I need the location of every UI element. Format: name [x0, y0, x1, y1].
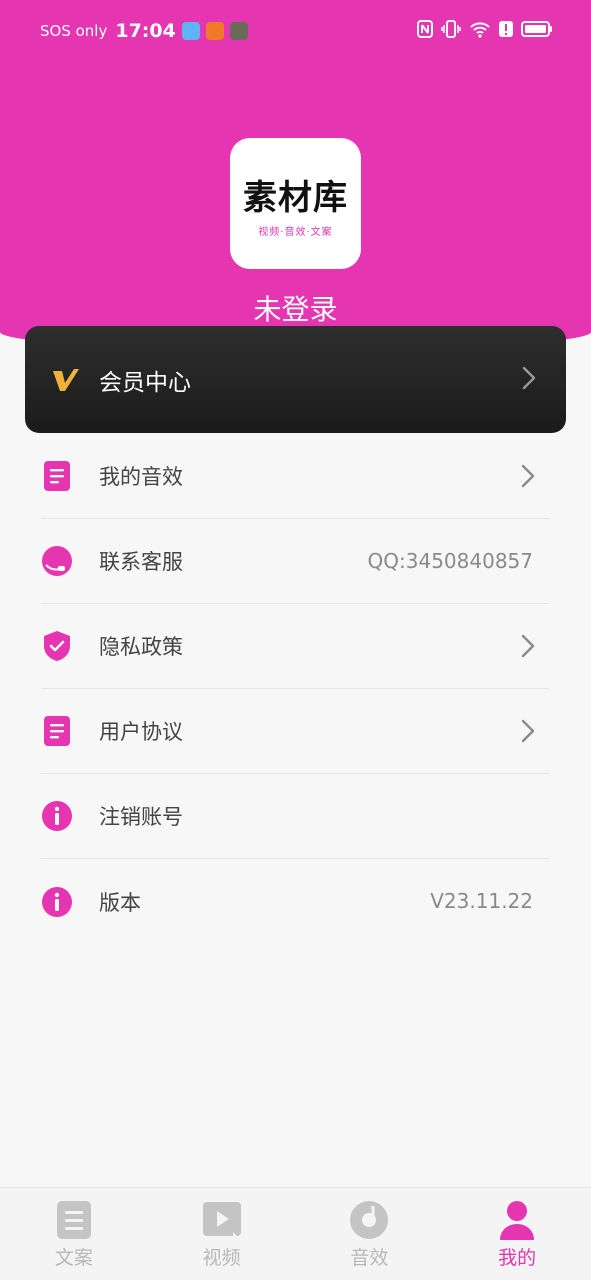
info-icon — [41, 886, 73, 918]
nfc-icon — [417, 20, 433, 38]
logo-subtitle: 视频·音效·文案 — [258, 226, 333, 238]
chevron-right-icon — [522, 366, 536, 390]
info-icon — [41, 800, 73, 832]
vibrate-icon — [441, 20, 461, 38]
bottom-tab-bar: 文案 视频 音效 我的 — [0, 1187, 591, 1280]
document-icon — [41, 715, 73, 747]
tab-label: 我的 — [498, 1247, 537, 1269]
headset-icon — [41, 545, 73, 577]
menu-item-label: 注销账号 — [99, 805, 183, 829]
clock: 17:04 — [115, 20, 176, 42]
menu-item-privacy-policy[interactable]: 隐私政策 — [41, 604, 549, 689]
menu-item-label: 版本 — [99, 890, 141, 915]
app-notification-icon — [205, 22, 224, 40]
menu-item-customer-service[interactable]: 联系客服 QQ:3450840857 — [41, 519, 549, 604]
person-icon — [497, 1200, 537, 1240]
document-icon — [41, 460, 73, 492]
shield-check-icon — [41, 630, 73, 662]
status-bar: SOS only 17:04 — [0, 0, 591, 66]
tab-label: 文案 — [54, 1247, 93, 1269]
menu-item-delete-account[interactable]: 注销账号 — [41, 774, 549, 859]
music-disc-icon — [349, 1200, 389, 1240]
menu-item-user-agreement[interactable]: 用户协议 — [41, 689, 549, 774]
login-status[interactable]: 未登录 — [0, 288, 591, 328]
menu-item-label: 我的音效 — [99, 465, 183, 489]
video-icon — [202, 1200, 242, 1240]
vip-center-card[interactable]: 会员中心 — [25, 326, 566, 433]
qq-number: QQ:3450840857 — [367, 549, 533, 573]
menu-item-label: 联系客服 — [99, 550, 183, 574]
tab-sound-effects[interactable]: 音效 — [296, 1188, 444, 1280]
vip-center-label: 会员中心 — [99, 369, 191, 396]
alert-icon — [499, 21, 513, 37]
chevron-right-icon — [521, 634, 535, 658]
menu-item-label: 用户协议 — [99, 720, 183, 744]
menu-item-label: 隐私政策 — [99, 635, 183, 659]
app-logo: 素材库 视频·音效·文案 — [230, 138, 361, 269]
chevron-right-icon — [521, 464, 535, 488]
battery-icon — [521, 21, 552, 37]
chevron-right-icon — [521, 719, 535, 743]
settings-menu: 我的音效 联系客服 QQ:3450840857 隐私政策 用户协议 注销账号 版… — [41, 434, 549, 944]
menu-item-version[interactable]: 版本 V23.11.22 — [41, 859, 549, 944]
tab-copywriting[interactable]: 文案 — [0, 1188, 148, 1280]
wifi-icon — [470, 22, 490, 38]
sos-text: SOS only — [40, 22, 108, 40]
version-number: V23.11.22 — [430, 889, 533, 913]
vip-crown-icon — [53, 368, 79, 391]
tab-mine[interactable]: 我的 — [443, 1188, 591, 1280]
tab-label: 视频 — [202, 1247, 241, 1269]
app-notification-icon — [181, 22, 200, 40]
tab-label: 音效 — [350, 1247, 389, 1269]
tab-video[interactable]: 视频 — [148, 1188, 296, 1280]
app-notification-icon — [229, 22, 248, 40]
document-icon — [54, 1200, 94, 1240]
menu-item-my-sounds[interactable]: 我的音效 — [41, 434, 549, 519]
logo-title: 素材库 — [243, 177, 348, 218]
